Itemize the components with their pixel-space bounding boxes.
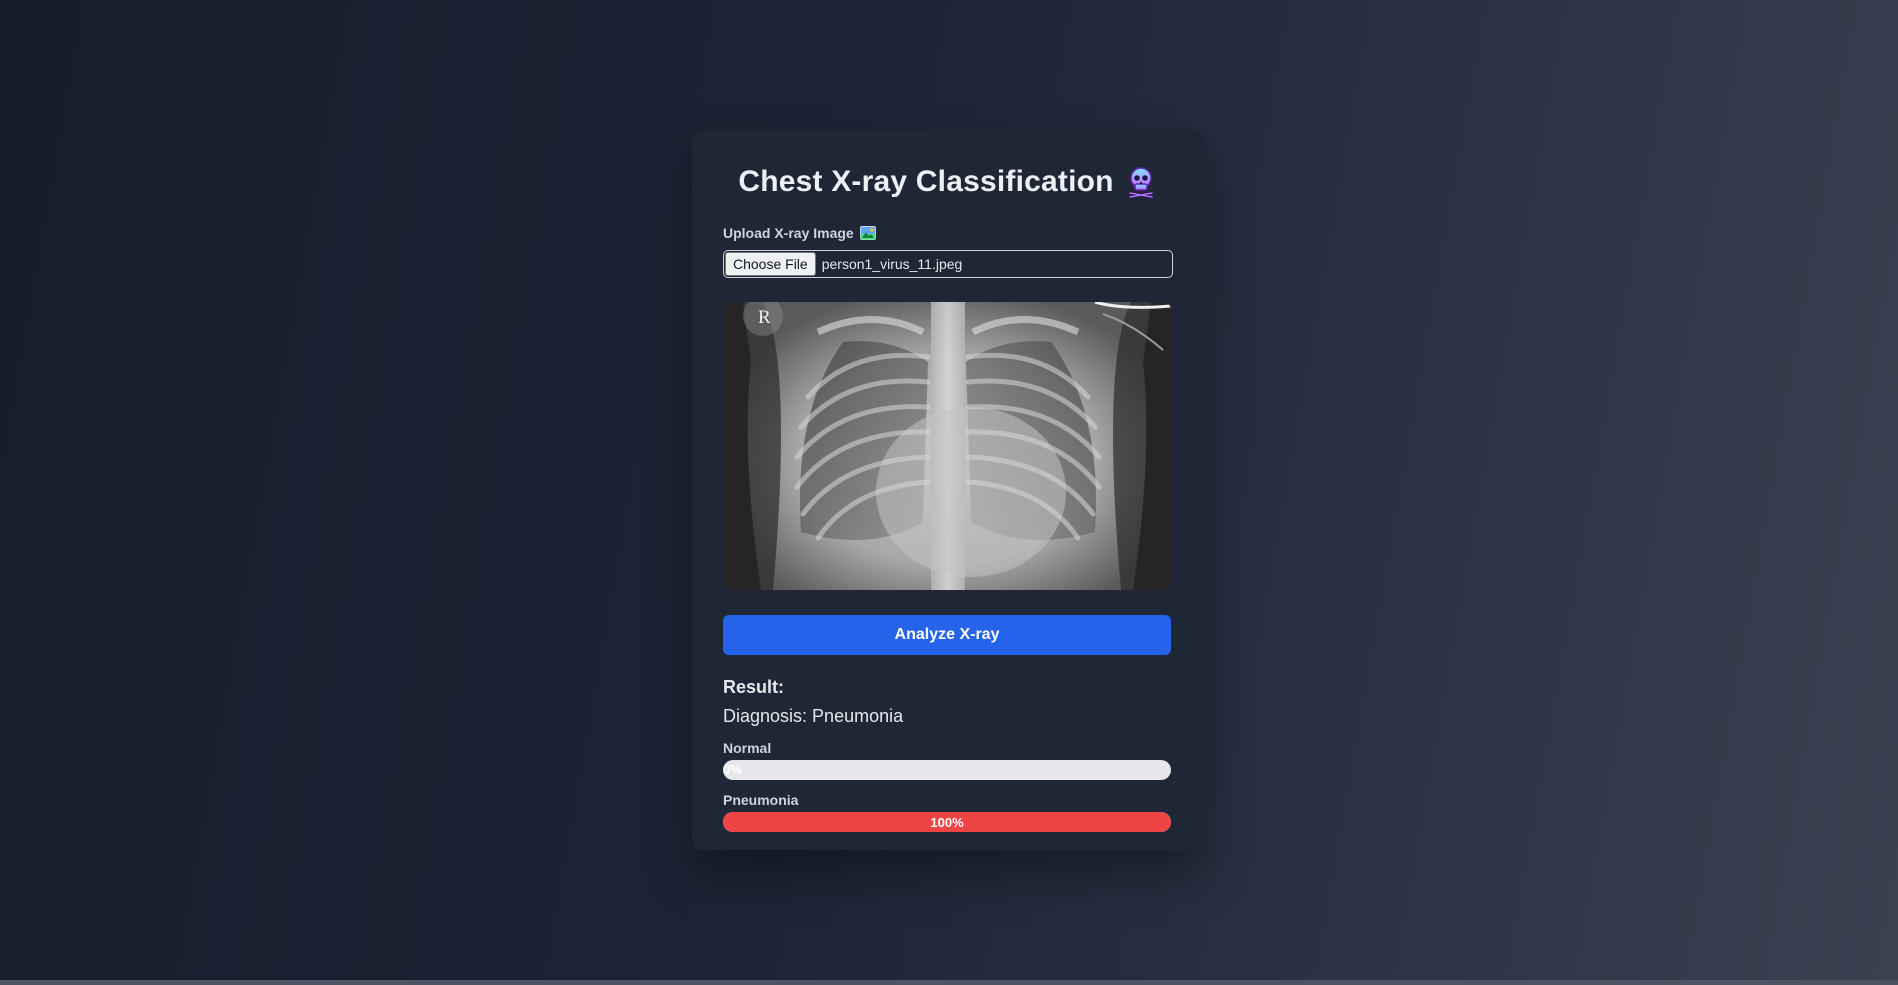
diagnosis-line: Diagnosis: Pneumonia: [723, 706, 1173, 728]
analyze-button[interactable]: Analyze X-ray: [723, 615, 1171, 655]
bottom-edge: [0, 980, 1898, 985]
pneumonia-probability-value: 100%: [930, 814, 964, 830]
normal-probability-label: Normal: [723, 740, 772, 756]
skull-icon: [1124, 165, 1158, 199]
normal-probability-value: 0%: [723, 762, 742, 777]
result-heading: Result:: [723, 677, 785, 697]
xray-side-marker: R: [758, 307, 771, 328]
title-row: Chest X-ray Classification: [723, 160, 1173, 204]
pneumonia-probability-fill: 100%: [723, 812, 1171, 832]
upload-label: Upload X-ray Image: [723, 224, 1173, 242]
upload-label-text: Upload X-ray Image: [723, 225, 854, 241]
selected-file-name: person1_virus_11.jpeg: [821, 256, 963, 272]
file-input[interactable]: Choose File person1_virus_11.jpeg: [723, 250, 1173, 278]
diagnosis-value: Pneumonia: [812, 706, 904, 726]
pneumonia-probability-bar: 100%: [723, 812, 1171, 832]
diagnosis-label: Diagnosis:: [723, 706, 808, 726]
picture-icon: [859, 226, 876, 240]
choose-file-button[interactable]: Choose File: [725, 252, 816, 276]
pneumonia-probability-label: Pneumonia: [723, 792, 799, 808]
xray-preview-image: R: [723, 302, 1171, 590]
normal-probability-bar: 0%: [723, 760, 1171, 780]
classifier-card: Chest X-ray Classification Upload X-ray …: [692, 130, 1204, 850]
page-title: Chest X-ray Classification: [738, 165, 1114, 198]
